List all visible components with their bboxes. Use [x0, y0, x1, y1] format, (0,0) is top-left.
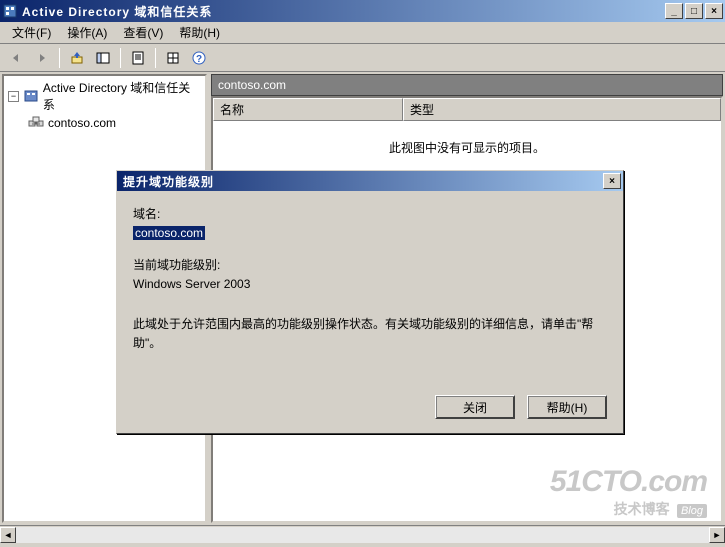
minimize-button[interactable]: _ [665, 3, 683, 19]
directory-icon [23, 88, 39, 104]
raise-domain-level-dialog: 提升域功能级别 × 域名: contoso.com 当前域功能级别: Windo… [116, 170, 624, 434]
scroll-track[interactable] [16, 527, 709, 543]
expand-toggle[interactable]: − [8, 91, 19, 102]
dialog-message: 此域处于允许范围内最高的功能级别操作状态。有关域功能级别的详细信息，请单击"帮助… [133, 315, 607, 353]
properties-button[interactable] [126, 47, 150, 69]
window-title: Active Directory 域和信任关系 [22, 3, 665, 20]
show-hide-tree-button[interactable] [91, 47, 115, 69]
maximize-button[interactable]: □ [685, 3, 703, 19]
toolbar-separator [155, 48, 156, 68]
horizontal-scrollbar[interactable]: ◄ ► [0, 525, 725, 543]
current-level-label: 当前域功能级别: [133, 256, 607, 273]
up-button[interactable] [65, 47, 89, 69]
toolbar-separator [120, 48, 121, 68]
close-button[interactable]: × [705, 3, 723, 19]
scroll-right-button[interactable]: ► [709, 527, 725, 543]
tree-root-node[interactable]: − Active Directory 域和信任关系 [6, 78, 203, 114]
right-panel-header: contoso.com [211, 74, 723, 96]
toolbar-separator [59, 48, 60, 68]
domain-icon [28, 115, 44, 131]
back-button[interactable] [4, 47, 28, 69]
window-controls: _ □ × [665, 3, 723, 19]
main-titlebar: Active Directory 域和信任关系 _ □ × [0, 0, 725, 22]
tree-child-label: contoso.com [48, 116, 116, 130]
dialog-close-x[interactable]: × [603, 173, 621, 189]
forward-button[interactable] [30, 47, 54, 69]
toolbar: ? [0, 44, 725, 72]
tree-child-node[interactable]: contoso.com [6, 114, 203, 132]
close-button[interactable]: 关闭 [435, 395, 515, 419]
column-header-name[interactable]: 名称 [213, 98, 403, 121]
menu-file[interactable]: 文件(F) [4, 22, 59, 43]
domain-name-label: 域名: [133, 205, 607, 222]
list-headers: 名称 类型 [213, 98, 721, 121]
dialog-title: 提升域功能级别 [119, 173, 603, 190]
menu-action[interactable]: 操作(A) [59, 22, 115, 43]
empty-message: 此视图中没有可显示的项目。 [389, 139, 545, 156]
column-header-type[interactable]: 类型 [403, 98, 721, 121]
menu-help[interactable]: 帮助(H) [171, 22, 228, 43]
refresh-button[interactable] [161, 47, 185, 69]
scroll-left-button[interactable]: ◄ [0, 527, 16, 543]
menubar: 文件(F) 操作(A) 查看(V) 帮助(H) [0, 22, 725, 44]
dialog-button-row: 关闭 帮助(H) [117, 391, 623, 433]
dialog-body: 域名: contoso.com 当前域功能级别: Windows Server … [117, 191, 623, 391]
help-button[interactable]: 帮助(H) [527, 395, 607, 419]
tree-root-label: Active Directory 域和信任关系 [43, 79, 201, 113]
help-button[interactable]: ? [187, 47, 211, 69]
current-level-value: Windows Server 2003 [133, 277, 607, 291]
menu-view[interactable]: 查看(V) [115, 22, 171, 43]
svg-text:?: ? [196, 54, 202, 65]
domain-name-value: contoso.com [133, 226, 205, 240]
dialog-titlebar[interactable]: 提升域功能级别 × [117, 171, 623, 191]
app-icon [2, 3, 18, 19]
